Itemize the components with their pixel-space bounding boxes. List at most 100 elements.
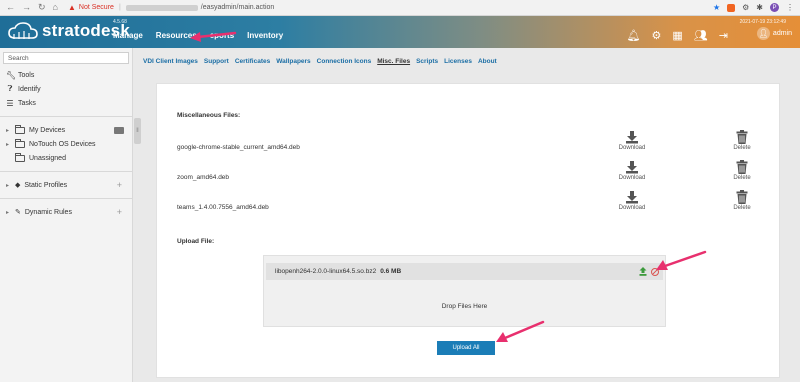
browser-toolbar: ← → ↻ ⌂ ▲ Not Secure | /easyadmin/main.a… xyxy=(0,0,800,16)
profile-avatar[interactable]: P xyxy=(770,3,779,12)
sidebar-divider xyxy=(0,116,132,117)
sidebar-divider xyxy=(0,198,132,199)
users-icon[interactable]: 👥︎ xyxy=(694,29,708,42)
warning-icon: ▲ xyxy=(67,3,76,12)
file-row: google-chrome-stable_current_amd64.deb D… xyxy=(177,130,751,167)
sidebar-item-tasks[interactable]: ☰ Tasks xyxy=(0,96,132,110)
user-menu[interactable]: 👤︎ admin xyxy=(756,27,792,40)
queued-file-size: 0.6 MB xyxy=(380,268,402,275)
file-dropzone[interactable]: libopenh264-2.0.0-linux64.5.so.bz2 0.6 M… xyxy=(263,255,666,327)
sidebar-item-static-profiles[interactable]: ▸ ◆ Static Profiles + xyxy=(0,178,132,192)
tree-item-label: Unassigned xyxy=(29,154,66,162)
home-icon[interactable]: ⌂ xyxy=(53,2,58,13)
download-label: Download xyxy=(618,145,646,151)
delete-button[interactable]: Delete xyxy=(725,160,759,181)
sidebar-item-unassigned[interactable]: Unassigned xyxy=(0,151,132,165)
tab-wallpapers[interactable]: Wallpapers xyxy=(276,58,310,65)
folder-icon xyxy=(15,152,25,162)
tree-item-label: NoTouch OS Devices xyxy=(29,140,96,148)
nav-manage[interactable]: Manage xyxy=(113,31,143,40)
tab-support[interactable]: Support xyxy=(204,58,229,65)
folder-icon xyxy=(15,138,25,148)
not-secure-label: Not Secure xyxy=(78,4,114,11)
upload-file-title: Upload File: xyxy=(177,238,215,245)
misc-files-title: Miscellaneous Files: xyxy=(177,112,241,119)
user-avatar-icon: 👤︎ xyxy=(756,27,770,40)
back-icon[interactable]: ← xyxy=(6,2,15,13)
tab-vdi-client-images[interactable]: VDI Client Images xyxy=(143,58,198,65)
queued-file-name: libopenh264-2.0.0-linux64.5.so.bz2 xyxy=(275,268,377,275)
search-input[interactable]: Search xyxy=(3,52,129,64)
nav-resources[interactable]: Resources xyxy=(156,31,197,40)
add-icon[interactable]: + xyxy=(117,207,122,217)
extension-icon[interactable] xyxy=(727,3,736,12)
logout-icon[interactable]: ⇥ xyxy=(719,29,728,42)
sidebar-item-identify[interactable]: ❓︎ Identify xyxy=(0,82,132,96)
resources-tabs: VDI Client Images Support Certificates W… xyxy=(143,58,497,65)
download-label: Download xyxy=(618,205,646,211)
nav-reports[interactable]: eports xyxy=(210,31,234,40)
tab-about[interactable]: About xyxy=(478,58,497,65)
tab-certificates[interactable]: Certificates xyxy=(235,58,270,65)
delete-label: Delete xyxy=(733,175,751,181)
nav-inventory[interactable]: Inventory xyxy=(247,31,283,40)
sidebar-item-label: Tools xyxy=(18,71,35,79)
bookmark-star-icon[interactable]: ★ xyxy=(713,3,720,12)
redacted-host xyxy=(125,4,198,11)
upload-icon[interactable] xyxy=(639,267,647,276)
queued-upload-file: libopenh264-2.0.0-linux64.5.so.bz2 0.6 M… xyxy=(266,263,663,280)
delete-button[interactable]: Delete xyxy=(725,190,759,211)
file-name: teams_1.4.00.7556_amd64.deb xyxy=(177,204,269,211)
diamond-icon: ◆ xyxy=(15,182,21,189)
url-path: /easyadmin/main.action xyxy=(200,4,275,11)
file-row: zoom_amd64.deb Download Delete xyxy=(177,160,751,197)
tab-connection-icons[interactable]: Connection Icons xyxy=(317,58,372,65)
tab-scripts[interactable]: Scripts xyxy=(416,58,438,65)
sidebar-item-dynamic-rules[interactable]: ▸ ✎ Dynamic Rules + xyxy=(0,205,132,219)
forward-icon[interactable]: → xyxy=(22,2,31,13)
drop-files-text: Drop Files Here xyxy=(441,303,488,310)
upload-all-button[interactable]: Upload All xyxy=(437,341,495,355)
kebab-menu-icon[interactable]: ⋮ xyxy=(786,3,794,12)
brand-logo[interactable]: stratodesk xyxy=(8,21,130,41)
sidebar-item-my-devices[interactable]: ▸ My Devices xyxy=(0,123,132,137)
browser-nav: ← → ↻ ⌂ xyxy=(6,2,58,13)
delete-button[interactable]: Delete xyxy=(725,130,759,151)
add-folder-icon[interactable] xyxy=(114,127,124,134)
add-icon[interactable]: + xyxy=(117,180,122,190)
sidebar-item-label: Identify xyxy=(18,85,41,93)
sidebar-item-notouch-devices[interactable]: ▸ NoTouch OS Devices xyxy=(0,137,132,151)
expand-caret-icon[interactable]: ▸ xyxy=(6,182,11,189)
browser-extensions: ★ ⚙ ✱ P ⋮ xyxy=(713,3,794,12)
download-button[interactable]: Download xyxy=(615,130,649,151)
cloud-logo-icon xyxy=(8,22,38,39)
settings-extension-icon[interactable]: ⚙ xyxy=(742,3,749,12)
delete-label: Delete xyxy=(733,145,751,151)
expand-caret-icon[interactable]: ▸ xyxy=(6,141,11,148)
expand-caret-icon[interactable]: ▸ xyxy=(6,209,11,216)
tab-misc-files[interactable]: Misc. Files xyxy=(377,58,410,65)
hierarchy-icon[interactable]: ▦ xyxy=(672,29,682,42)
tab-licenses[interactable]: Licenses xyxy=(444,58,472,65)
download-icon xyxy=(626,131,638,144)
server-timestamp: 2021-07-19 23:12:49 xyxy=(739,19,786,25)
user-name: admin xyxy=(772,30,792,37)
delete-label: Delete xyxy=(733,205,751,211)
main-nav: Manage Resources eports Inventory xyxy=(113,31,283,40)
address-bar[interactable]: ▲ Not Secure | /easyadmin/main.action xyxy=(68,3,274,12)
download-button[interactable]: Download xyxy=(615,190,649,211)
bell-icon[interactable]: 🔔︎ xyxy=(627,29,641,42)
download-button[interactable]: Download xyxy=(615,160,649,181)
sidebar-item-tools[interactable]: 🔧︎ Tools xyxy=(0,68,132,82)
magic-wand-icon: ✎ xyxy=(15,209,21,216)
cancel-icon[interactable] xyxy=(651,267,659,276)
tree-item-label: Static Profiles xyxy=(24,181,68,189)
help-circle-icon: ❓︎ xyxy=(7,84,13,93)
queued-file-actions xyxy=(639,267,659,276)
reload-icon[interactable]: ↻ xyxy=(38,2,46,13)
gears-icon[interactable]: ⚙ xyxy=(652,29,662,42)
tree-item-label: Dynamic Rules xyxy=(24,208,72,216)
puzzle-icon[interactable]: ✱ xyxy=(756,3,763,12)
sidebar-collapse-handle[interactable]: ‖ xyxy=(134,118,141,144)
expand-caret-icon[interactable]: ▸ xyxy=(6,127,11,134)
